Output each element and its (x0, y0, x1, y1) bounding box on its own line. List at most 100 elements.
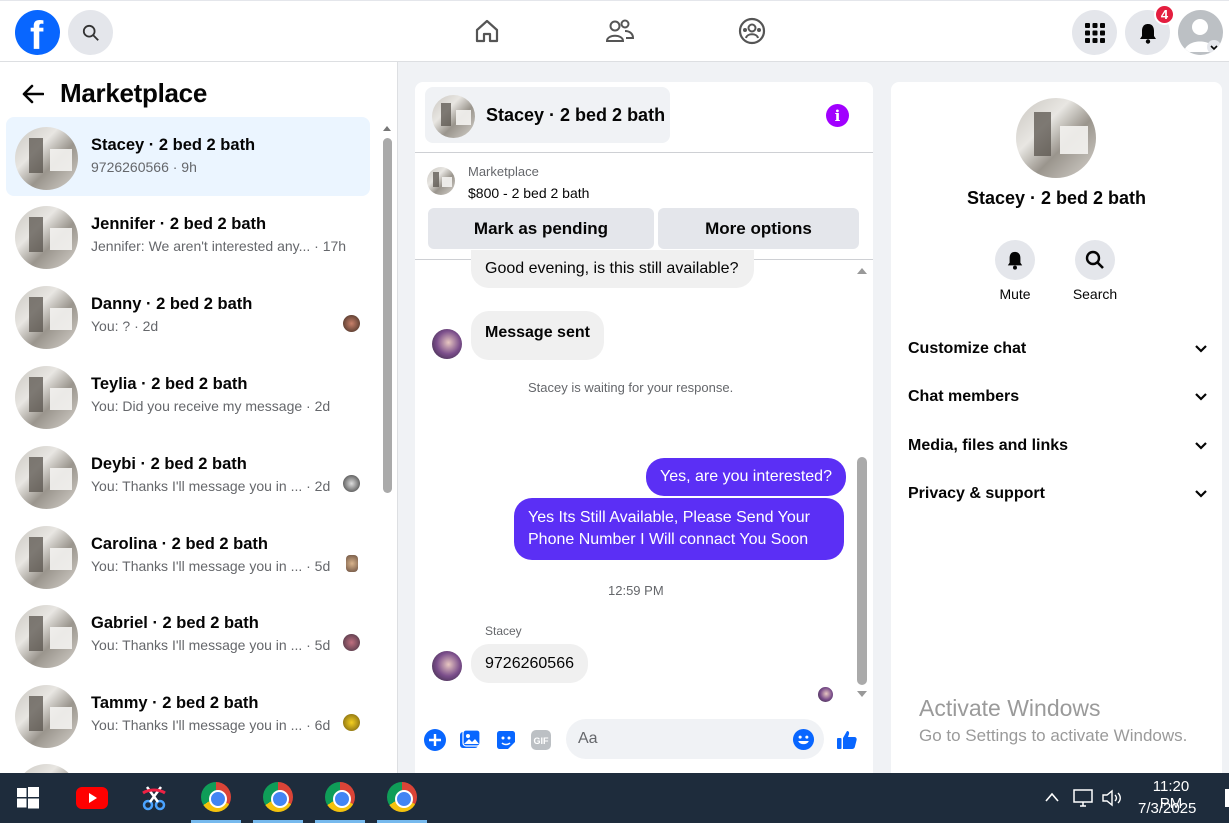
chat-title: Stacey · 2 bed 2 bath (486, 105, 666, 125)
listing-avatar (15, 206, 78, 269)
youtube-taskbar-item[interactable] (67, 773, 117, 823)
groups-nav[interactable] (737, 16, 767, 46)
menu-button[interactable] (1072, 10, 1117, 55)
snipping-tool-taskbar-item[interactable] (129, 773, 179, 823)
chat-header[interactable]: Stacey · 2 bed 2 bath (425, 87, 670, 143)
media-files-links-section[interactable]: Media, files and links (908, 431, 1208, 461)
listing-avatar (15, 605, 78, 668)
show-desktop-button[interactable] (1225, 789, 1229, 807)
search-button[interactable] (68, 10, 113, 55)
chrome-icon (201, 781, 231, 812)
conversation-preview: You: Thanks I'll message you in ... · 5d (91, 558, 331, 574)
conversation-list-panel: Marketplace Stacey · 2 bed 2 bath 972626… (0, 62, 398, 773)
activate-windows-hint: Go to Settings to activate Windows. (919, 726, 1188, 745)
conversation-item[interactable]: Deybi · 2 bed 2 bath You: Thanks I'll me… (6, 436, 370, 515)
attach-photo-button[interactable] (458, 728, 482, 752)
conversation-preview: You: Thanks I'll message you in ... · 5d (91, 637, 331, 653)
sender-name: Stacey (485, 624, 522, 638)
chrome-icon (263, 781, 293, 812)
chrome-taskbar-item[interactable] (315, 773, 365, 823)
mute-label: Mute (999, 286, 1031, 302)
like-button[interactable] (835, 728, 859, 752)
conversation-item[interactable]: Carolina · 2 bed 2 bath You: Thanks I'll… (6, 516, 370, 595)
chevron-down-icon (1195, 393, 1207, 401)
conversation-item[interactable] (6, 754, 370, 773)
friends-nav[interactable] (605, 16, 635, 46)
activate-windows-watermark: Activate Windows (919, 695, 1101, 721)
read-receipt-avatar (818, 687, 833, 702)
facebook-logo[interactable]: f (15, 10, 60, 58)
message-bubble-incoming: 9726260566 (471, 644, 588, 683)
listing-avatar (15, 764, 78, 773)
details-name: Stacey · 2 bed 2 bath (966, 188, 1147, 208)
listing-avatar (15, 286, 78, 349)
chat-members-section[interactable]: Chat members (908, 382, 1208, 412)
notification-badge: 4 (1154, 4, 1175, 25)
scroll-down-arrow-icon[interactable] (856, 689, 868, 699)
seen-avatar (343, 634, 360, 651)
seen-avatar (343, 315, 360, 332)
customize-chat-section[interactable]: Customize chat (908, 334, 1208, 364)
home-nav[interactable] (472, 16, 502, 46)
sticker-button[interactable] (494, 728, 518, 752)
message-input-box[interactable] (566, 719, 824, 759)
chrome-taskbar-item[interactable] (191, 773, 241, 823)
listing-avatar-large (1016, 98, 1096, 178)
listing-avatar (15, 685, 78, 748)
conversation-item[interactable]: Jennifer · 2 bed 2 bath Jennifer: We are… (6, 196, 370, 275)
seen-avatar (346, 555, 358, 572)
emoji-icon[interactable] (792, 728, 815, 751)
listing-thumbnail (427, 167, 455, 195)
conversation-preview: You: ? · 2d (91, 318, 159, 334)
message-input[interactable] (578, 729, 778, 749)
friends-icon (605, 19, 635, 42)
listing-price: $800 - 2 bed 2 bath (468, 185, 590, 201)
conversation-preview: Jennifer: We aren't interested any... · … (91, 238, 347, 254)
mark-as-pending-button[interactable]: Mark as pending (428, 208, 654, 249)
mute-button[interactable]: Mute (985, 240, 1045, 302)
privacy-support-section[interactable]: Privacy & support (908, 479, 1208, 509)
network-icon[interactable] (1072, 788, 1094, 808)
gif-button[interactable]: GIF (529, 728, 553, 752)
conversation-item[interactable]: Stacey · 2 bed 2 bath 9726260566 · 9h (6, 117, 370, 196)
account-button[interactable] (1178, 10, 1223, 55)
conversation-name: Stacey · 2 bed 2 bath (91, 136, 256, 154)
waiting-status-text: Stacey is waiting for your response. (528, 380, 734, 395)
chat-scrollbar[interactable] (857, 457, 867, 685)
marketplace-header: Marketplace (22, 78, 207, 109)
conversation-item[interactable]: Tammy · 2 bed 2 bath You: Thanks I'll me… (6, 675, 370, 754)
conversation-name: Jennifer · 2 bed 2 bath (91, 215, 267, 233)
conversation-name: Deybi · 2 bed 2 bath (91, 455, 247, 473)
scissors-icon (142, 786, 166, 811)
volume-icon[interactable] (1101, 789, 1123, 807)
conversation-list-scrollbar[interactable] (383, 138, 392, 493)
message-bubble-incoming: Message sent (471, 311, 604, 360)
start-button[interactable] (3, 773, 53, 823)
chrome-taskbar-item[interactable] (253, 773, 303, 823)
chevron-up-icon[interactable] (1044, 791, 1060, 803)
info-icon[interactable]: i (826, 104, 849, 127)
conversation-item[interactable]: Teylia · 2 bed 2 bath You: Did you recei… (6, 356, 370, 435)
conversation-name: Carolina · 2 bed 2 bath (91, 535, 268, 553)
conversation-item[interactable]: Danny · 2 bed 2 bath You: ? · 2d (6, 276, 370, 355)
home-icon (475, 19, 499, 43)
page-title: Marketplace (60, 78, 207, 108)
youtube-icon (76, 787, 108, 809)
search-icon (1085, 250, 1104, 269)
conversation-name: Tammy · 2 bed 2 bath (91, 694, 259, 712)
marketplace-listing-bar: Marketplace $800 - 2 bed 2 bath Mark as … (415, 152, 873, 260)
scroll-up-arrow-icon[interactable] (381, 123, 393, 133)
conversation-item[interactable]: Gabriel · 2 bed 2 bath You: Thanks I'll … (6, 595, 370, 674)
more-actions-button[interactable] (423, 728, 447, 752)
chrome-taskbar-item[interactable] (377, 773, 427, 823)
chat-panel: Stacey · 2 bed 2 bath i Marketplace $800… (415, 82, 873, 773)
search-in-chat-button[interactable]: Search (1065, 240, 1125, 302)
thumbs-up-icon (837, 731, 857, 749)
back-arrow-icon[interactable] (22, 84, 44, 104)
seen-avatar (343, 714, 360, 731)
svg-text:GIF: GIF (534, 736, 550, 746)
more-options-button[interactable]: More options (658, 208, 859, 249)
conversation-preview: You: Did you receive my message · 2d (91, 398, 331, 414)
scroll-up-arrow-icon[interactable] (856, 266, 868, 276)
clock-date[interactable]: 7/3/2025 (1138, 800, 1196, 817)
